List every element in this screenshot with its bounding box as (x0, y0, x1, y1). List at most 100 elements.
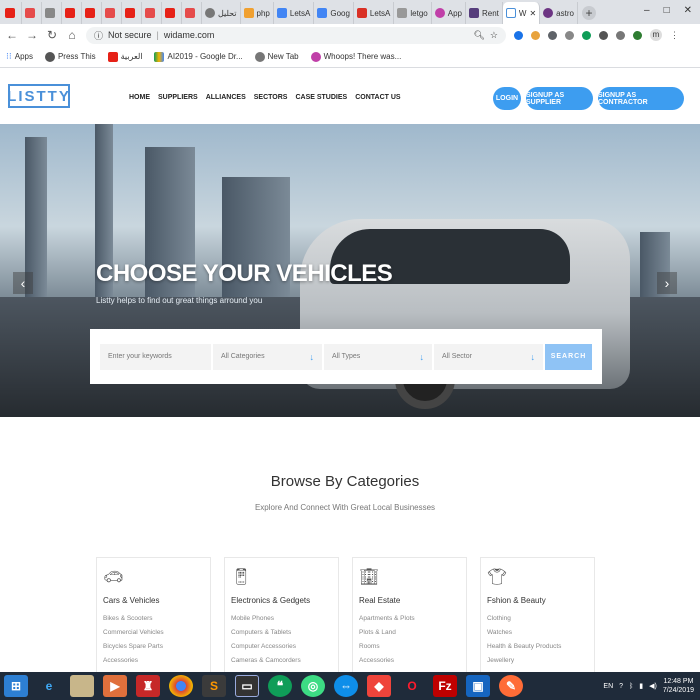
category-title[interactable]: Electronics & Gedgets (231, 596, 332, 605)
slider-next-button[interactable]: › (657, 272, 677, 294)
start-button[interactable]: ⊞ (4, 675, 28, 697)
reload-icon[interactable]: ↻ (46, 28, 58, 42)
new-tab-button[interactable]: + (582, 6, 596, 20)
file-explorer-icon[interactable] (70, 675, 94, 697)
zynga-icon[interactable]: ♜ (136, 675, 160, 697)
extension-icon[interactable] (616, 31, 625, 40)
category-link[interactable]: Computers & Tablets (231, 629, 332, 636)
extension-icon[interactable] (565, 31, 574, 40)
browser-tab[interactable] (182, 2, 202, 24)
zoom-icon[interactable]: 🔍︎ (473, 30, 484, 41)
info-icon[interactable]: ⓘ (94, 29, 103, 42)
bookmark-item[interactable]: AI2019 - Google Dr... (154, 52, 242, 62)
category-link[interactable]: Bikes & Scooters (103, 615, 204, 622)
extension-icon[interactable] (531, 31, 540, 40)
chrome-icon[interactable] (169, 675, 193, 697)
filezilla-icon[interactable]: Fz (433, 675, 457, 697)
signup-supplier-button[interactable]: SIGNUP AS SUPPLIER (526, 87, 593, 110)
back-icon[interactable]: ← (6, 28, 18, 42)
search-button[interactable]: SEARCH (545, 344, 592, 370)
category-card-cars[interactable]: 🚗︎ Cars & Vehicles Bikes & Scooters Comm… (96, 557, 211, 677)
browser-tab[interactable]: LetsA (274, 2, 314, 24)
browser-tab[interactable] (2, 2, 22, 24)
android-studio-icon[interactable]: ◎ (301, 675, 325, 697)
close-tab-icon[interactable]: ✕ (529, 9, 536, 18)
category-title[interactable]: Fshion & Beauty (487, 596, 588, 605)
nav-alliances[interactable]: ALLIANCES (206, 94, 246, 101)
network-icon[interactable]: ▮ (639, 682, 643, 690)
category-link[interactable]: Accessories (103, 657, 204, 664)
volume-icon[interactable]: ◀) (649, 682, 657, 690)
category-title[interactable]: Cars & Vehicles (103, 596, 204, 605)
nav-case-studies[interactable]: CASE STUDIES (295, 94, 347, 101)
postman-icon[interactable]: ✎ (499, 675, 523, 697)
category-link[interactable]: Apartments & Plots (359, 615, 460, 622)
bookmark-star-icon[interactable]: ☆ (490, 30, 498, 41)
nav-sectors[interactable]: SECTORS (254, 94, 288, 101)
nav-contact-us[interactable]: CONTACT US (355, 94, 400, 101)
bookmark-item[interactable]: Press This (45, 52, 96, 62)
category-link[interactable]: Clothing (487, 615, 588, 622)
browser-tab[interactable]: php (241, 2, 274, 24)
teamviewer-icon[interactable]: ⇔ (334, 675, 358, 697)
hangouts-icon[interactable]: ❝ (268, 675, 292, 697)
categories-select[interactable]: All Categories↓ (213, 344, 322, 370)
login-button[interactable]: LOGIN (493, 87, 521, 110)
extension-icon[interactable] (548, 31, 557, 40)
bookmark-item[interactable]: New Tab (255, 52, 299, 62)
browser-tab[interactable]: LetsA (354, 2, 394, 24)
category-link[interactable]: Jewellery (487, 657, 588, 664)
extension-icon[interactable] (633, 31, 642, 40)
sublime-icon[interactable]: S (202, 675, 226, 697)
close-window-button[interactable]: ✕ (684, 5, 692, 16)
media-player-icon[interactable]: ▶ (103, 675, 127, 697)
category-link[interactable]: Watches (487, 629, 588, 636)
category-card-fashion[interactable]: 👕︎ Fshion & Beauty Clothing Watches Heal… (480, 557, 595, 677)
signup-contractor-button[interactable]: SIGNUP AS CONTRACTOR (598, 87, 684, 110)
clock[interactable]: 12:48 PM 7/24/2019 (663, 677, 694, 695)
category-link[interactable]: Commercial Vehicles (103, 629, 204, 636)
extension-icon[interactable] (599, 31, 608, 40)
nav-home[interactable]: HOME (129, 94, 150, 101)
browser-tab[interactable]: letgo (394, 2, 431, 24)
browser-tab-active[interactable]: W✕ (503, 2, 540, 24)
browser-tab[interactable]: App (432, 2, 466, 24)
browser-tab[interactable] (42, 2, 62, 24)
slider-prev-button[interactable]: ‹ (13, 272, 33, 294)
category-link[interactable]: Accessories (359, 657, 460, 664)
browser-tab[interactable] (162, 2, 182, 24)
category-card-real-estate[interactable]: 🏢︎ Real Estate Apartments & Plots Plots … (352, 557, 467, 677)
bluetooth-icon[interactable]: ᛒ (629, 683, 633, 690)
bracket-app-icon[interactable]: ▣ (466, 675, 490, 697)
browser-tab[interactable] (102, 2, 122, 24)
types-select[interactable]: All Types↓ (324, 344, 432, 370)
browser-tab[interactable] (122, 2, 142, 24)
forward-icon[interactable]: → (26, 28, 38, 42)
anydesk-icon[interactable]: ◆ (367, 675, 391, 697)
nav-suppliers[interactable]: SUPPLIERS (158, 94, 198, 101)
category-link[interactable]: Bicycles Spare Parts (103, 643, 204, 650)
browser-tab[interactable]: Rent (466, 2, 503, 24)
browser-tab[interactable]: تحليل (202, 2, 241, 24)
category-link[interactable]: Plots & Land (359, 629, 460, 636)
browser-tab[interactable] (142, 2, 162, 24)
category-link[interactable]: Mobile Phones (231, 615, 332, 622)
minimize-button[interactable]: – (644, 5, 650, 16)
menu-icon[interactable]: ⋮ (670, 30, 679, 41)
bookmark-item[interactable]: العربية (108, 52, 143, 62)
category-link[interactable]: Health & Beauty Products (487, 643, 588, 650)
site-logo[interactable]: LISTTY (8, 84, 70, 108)
extension-icon[interactable] (582, 31, 591, 40)
terminal-icon[interactable]: ▭ (235, 675, 259, 697)
category-link[interactable]: Computer Accessories (231, 643, 332, 650)
help-icon[interactable]: ? (619, 683, 623, 690)
home-icon[interactable]: ⌂ (66, 28, 78, 42)
browser-tab[interactable] (82, 2, 102, 24)
bookmark-item[interactable]: Whoops! There was... (311, 52, 402, 62)
url-text[interactable]: widame.com (164, 30, 215, 40)
category-title[interactable]: Real Estate (359, 596, 460, 605)
keywords-input[interactable]: Enter your keywords (100, 344, 211, 370)
extension-icon[interactable] (514, 31, 523, 40)
browser-tab[interactable]: Goog (314, 2, 354, 24)
browser-tab[interactable] (22, 2, 42, 24)
